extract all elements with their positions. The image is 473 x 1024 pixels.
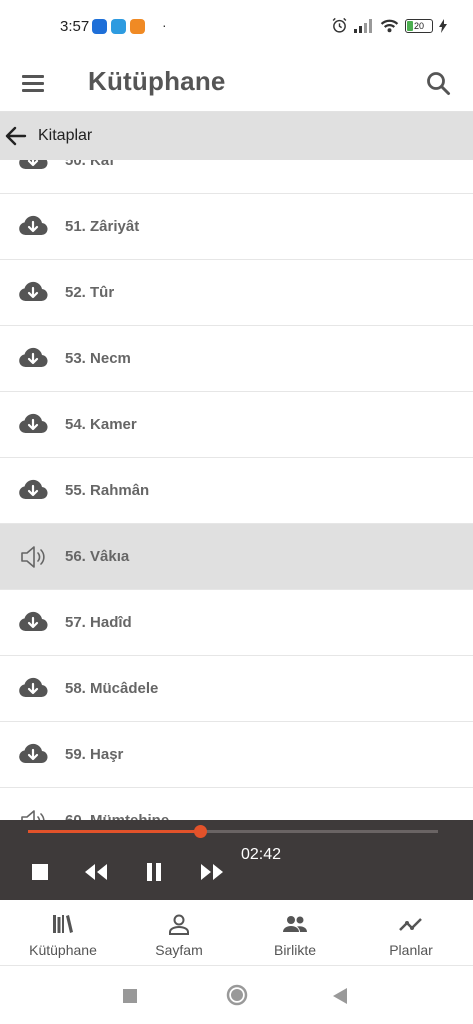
battery-icon: 20 xyxy=(405,18,433,33)
fast-forward-icon xyxy=(201,864,223,880)
cloud-download-icon[interactable] xyxy=(18,213,48,241)
nav-item-birlikte[interactable]: Birlikte xyxy=(236,900,354,966)
home-button[interactable] xyxy=(226,984,248,1011)
nav-item-sayfam[interactable]: Sayfam xyxy=(120,900,238,966)
playback-time: 02:42 xyxy=(241,846,282,863)
alarm-icon xyxy=(332,17,347,33)
stop-icon xyxy=(32,864,48,880)
battery-level: 20 xyxy=(413,20,424,31)
speaker-icon[interactable] xyxy=(18,807,48,820)
search-button[interactable] xyxy=(423,68,455,100)
library-icon xyxy=(53,915,73,933)
list-item-label: 52. Tûr xyxy=(65,284,115,301)
cloud-download-icon[interactable] xyxy=(18,609,48,637)
arrow-back-icon xyxy=(5,126,27,146)
nav-label: Birlikte xyxy=(273,942,316,958)
menu-button[interactable] xyxy=(20,70,48,98)
list-item[interactable]: 53. Necm xyxy=(0,326,473,392)
list-item-label: 53. Necm xyxy=(65,350,131,367)
playback-progress-bar[interactable] xyxy=(28,825,438,838)
list-item-label: 50. Kâf xyxy=(65,160,115,169)
wifi-icon xyxy=(380,19,399,33)
list-item-label: 54. Kamer xyxy=(65,416,137,433)
speaker-icon[interactable] xyxy=(18,543,48,571)
accessibility-app-icon xyxy=(92,19,107,34)
list-item-label: 58. Mücâdele xyxy=(65,680,159,697)
signal-icon xyxy=(354,19,372,33)
list-item[interactable]: 50. Kâf xyxy=(0,160,473,194)
pause-icon xyxy=(147,863,161,881)
nav-label: Planlar xyxy=(389,942,433,958)
rewind-button[interactable] xyxy=(82,860,110,884)
page-title: Kütüphane xyxy=(88,66,226,96)
cloud-download-icon[interactable] xyxy=(18,741,48,769)
list-item[interactable]: 51. Zâriyât xyxy=(0,194,473,260)
list-item[interactable]: 55. Rahmân xyxy=(0,458,473,524)
list-item[interactable]: 59. Haşr xyxy=(0,722,473,788)
group-icon xyxy=(283,916,307,932)
app-notification-icon xyxy=(111,19,126,34)
fast-forward-button[interactable] xyxy=(198,860,226,884)
playback-progress-handle[interactable] xyxy=(194,825,208,838)
nav-item-library[interactable]: Kütüphane xyxy=(4,900,122,966)
breadcrumb-label: Kitaplar xyxy=(38,127,93,144)
back-nav-button[interactable] xyxy=(332,987,348,1010)
recents-button[interactable] xyxy=(122,988,138,1009)
list-item[interactable]: 57. Hadîd xyxy=(0,590,473,656)
status-time: 3:57 xyxy=(60,18,90,35)
bottom-navigation: Kütüphane Sayfam Birlikte Planlar xyxy=(0,900,473,966)
game-app-icon xyxy=(130,19,145,34)
list-item-label: 57. Hadîd xyxy=(65,614,132,631)
chapter-list[interactable]: 50. Kâf 51. Zâriyât 52. Tûr 53. Necm 54. Kam… xyxy=(0,160,473,820)
trend-icon xyxy=(399,918,422,931)
nav-label: Kütüphane xyxy=(29,942,97,958)
cloud-download-icon[interactable] xyxy=(18,160,48,175)
system-navigation-bar xyxy=(0,966,473,1024)
list-item[interactable]: 60. Mümtehine xyxy=(0,788,473,820)
notification-icons xyxy=(92,19,145,34)
playback-progress-fill xyxy=(28,830,201,833)
search-icon xyxy=(427,72,450,95)
status-bar: 3:57 · 20 xyxy=(0,0,473,56)
cloud-download-icon[interactable] xyxy=(18,675,48,703)
list-item-label: 59. Haşr xyxy=(65,746,124,763)
cloud-download-icon[interactable] xyxy=(18,477,48,505)
pause-button[interactable] xyxy=(140,860,168,884)
list-item-label: 56. Vâkıa xyxy=(65,548,130,565)
audio-player: 02:42 xyxy=(0,820,473,900)
status-more-dot: · xyxy=(162,17,167,33)
system-status-icons: 20 xyxy=(331,17,447,34)
list-item[interactable]: 54. Kamer xyxy=(0,392,473,458)
cloud-download-icon[interactable] xyxy=(18,411,48,439)
person-icon xyxy=(169,914,189,935)
cloud-download-icon[interactable] xyxy=(18,279,48,307)
rewind-icon xyxy=(85,864,107,880)
back-button[interactable] xyxy=(4,124,28,148)
list-item[interactable]: 56. Vâkıa xyxy=(0,524,473,590)
triangle-back-icon xyxy=(333,988,347,1004)
cloud-download-icon[interactable] xyxy=(18,345,48,373)
breadcrumb: Kitaplar xyxy=(0,112,473,160)
app-bar: Kütüphane xyxy=(0,56,473,112)
nav-label: Sayfam xyxy=(155,942,203,958)
list-item[interactable]: 52. Tûr xyxy=(0,260,473,326)
square-recents-icon xyxy=(123,989,137,1003)
list-item-label: 60. Mümtehine xyxy=(65,812,169,820)
circle-home-icon xyxy=(226,984,248,1006)
charging-icon xyxy=(439,18,447,33)
list-item-label: 55. Rahmân xyxy=(65,482,150,499)
list-item-label: 51. Zâriyât xyxy=(65,218,140,235)
nav-item-planlar[interactable]: Planlar xyxy=(352,900,470,966)
list-item[interactable]: 58. Mücâdele xyxy=(0,656,473,722)
stop-button[interactable] xyxy=(26,860,54,884)
